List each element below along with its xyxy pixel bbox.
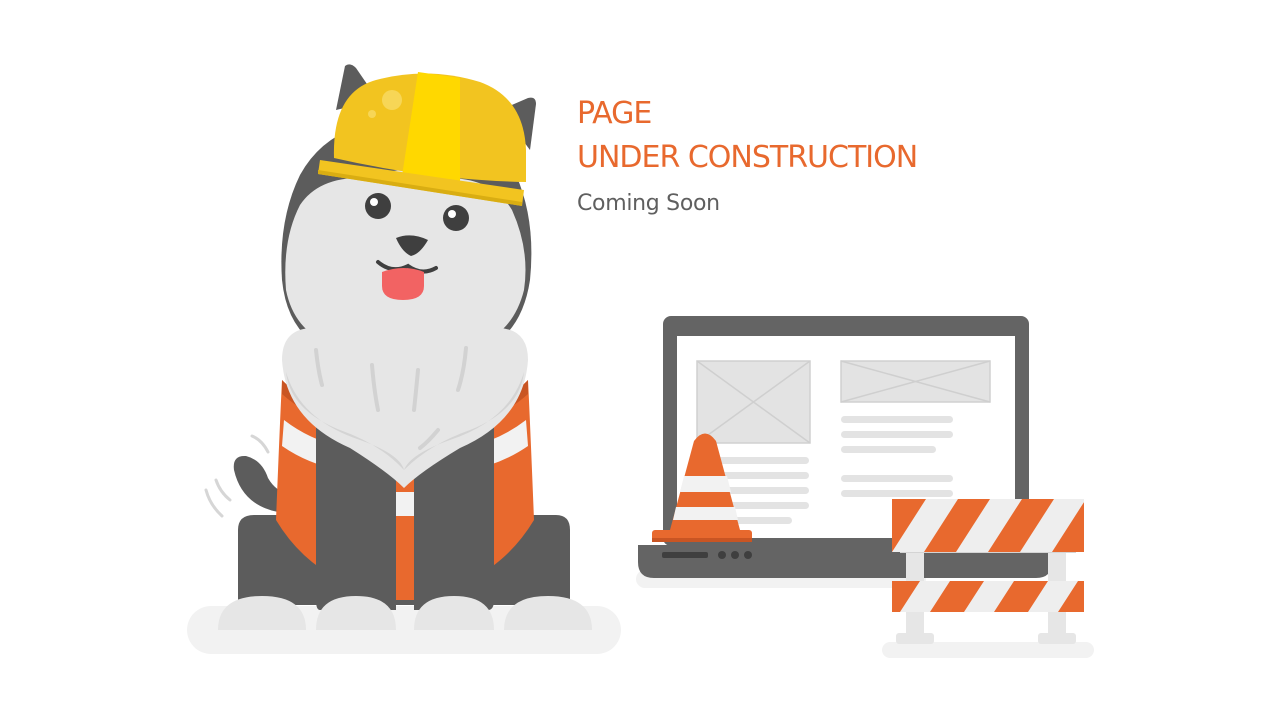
heading-under-construction: UNDER CONSTRUCTION <box>577 140 918 175</box>
heading-page: PAGE <box>577 96 652 131</box>
image-placeholder-icon <box>840 360 991 403</box>
barrier-ground-shadow <box>882 642 1094 658</box>
subtitle-coming-soon: Coming Soon <box>577 191 720 216</box>
image-placeholder-icon <box>696 360 811 444</box>
